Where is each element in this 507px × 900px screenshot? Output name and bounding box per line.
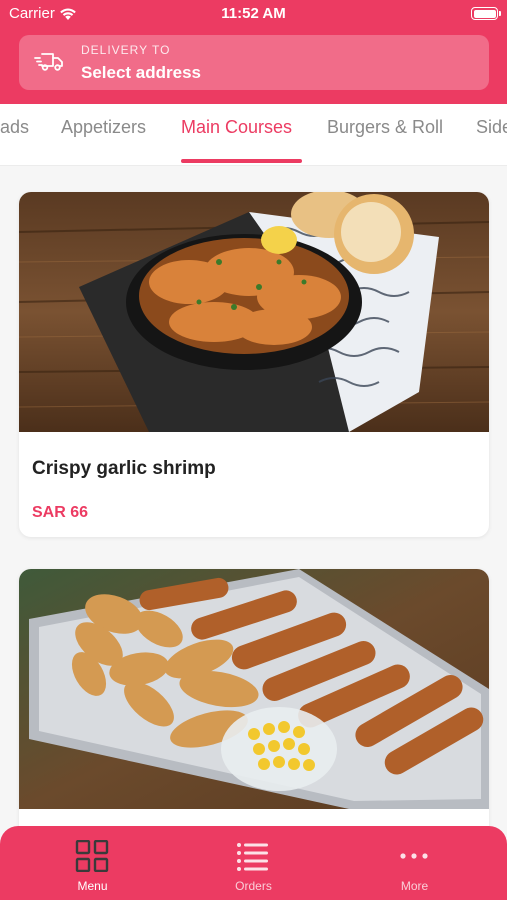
nav-orders-label: Orders <box>235 879 272 893</box>
menu-item-name: Crispy garlic shrimp <box>32 458 216 479</box>
tab-appetizers[interactable]: Appetizers <box>61 117 146 138</box>
active-tab-indicator <box>181 159 302 163</box>
app-header: Carrier 11:52 AM DELIVERY TO Select addr… <box>0 0 507 104</box>
nav-menu-label: Menu <box>77 879 108 893</box>
grid-menu-icon <box>75 840 109 872</box>
tab-main-courses[interactable]: Main Courses <box>181 117 292 138</box>
category-tabs: ads Appetizers Main Courses Burgers & Ro… <box>0 104 507 166</box>
bottom-navigation: Menu Orders More <box>0 826 507 900</box>
list-icon <box>237 843 268 871</box>
shrimp-dish-image <box>19 192 489 432</box>
nav-more[interactable]: More <box>330 826 499 900</box>
delivery-to-caption: DELIVERY TO <box>81 43 171 57</box>
nav-more-label: More <box>400 879 429 893</box>
tab-salads[interactable]: ads <box>0 117 29 138</box>
fried-chicken-fries-image <box>19 569 489 809</box>
status-time: 11:52 AM <box>221 5 286 22</box>
menu-item-price: SAR 66 <box>32 504 89 521</box>
battery-icon <box>471 7 501 20</box>
menu-item-card[interactable] <box>19 569 489 826</box>
delivery-truck-icon <box>34 53 63 71</box>
delivery-address-selector[interactable]: DELIVERY TO Select address <box>19 35 489 90</box>
nav-orders[interactable]: Orders <box>169 826 338 900</box>
menu-item-card[interactable]: Crispy garlic shrimp SAR 66 <box>19 192 489 537</box>
delivery-address-value: Select address <box>81 63 202 82</box>
status-bar: Carrier 11:52 AM <box>0 0 507 28</box>
menu-item-list: Crispy garlic shrimp SAR 66 <box>0 166 507 826</box>
tab-sides[interactable]: Side <box>476 117 507 138</box>
tab-burgers-roll[interactable]: Burgers & Roll <box>327 117 443 138</box>
nav-menu[interactable]: Menu <box>8 826 177 900</box>
more-dots-icon <box>400 853 428 859</box>
